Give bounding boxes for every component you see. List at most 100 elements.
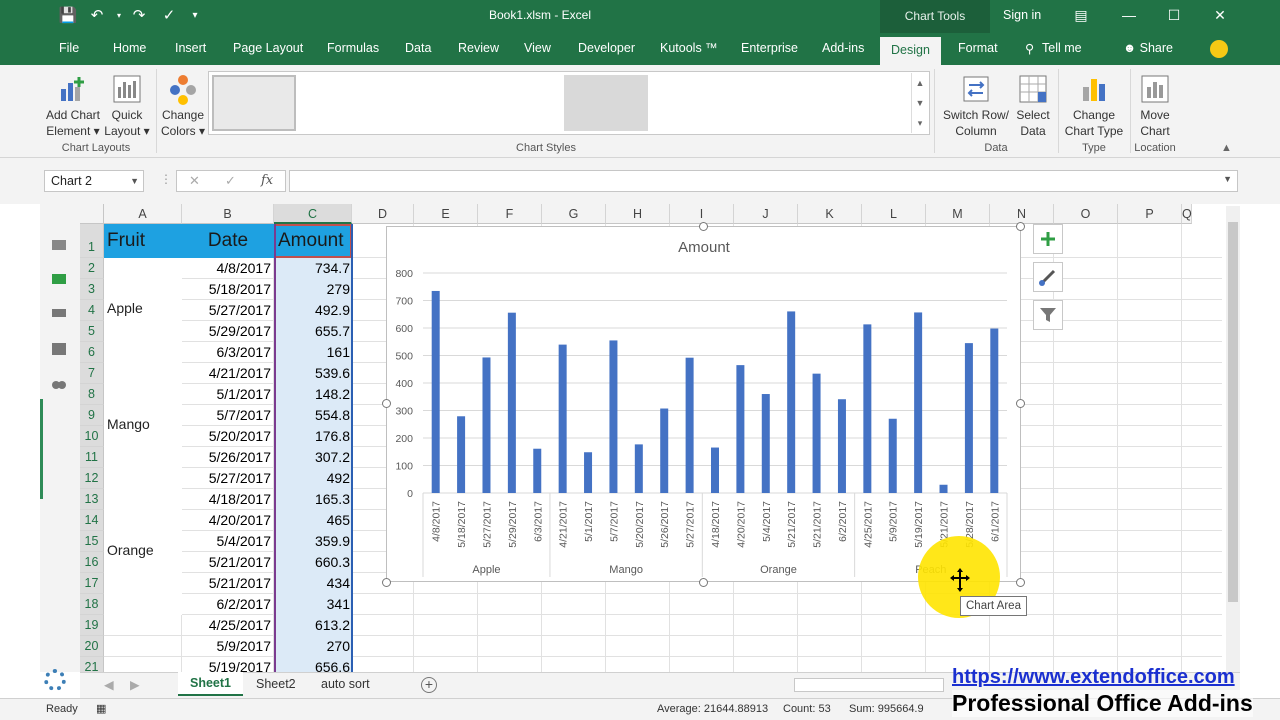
header-date[interactable]: Date xyxy=(182,224,274,258)
vertical-scroll-thumb[interactable] xyxy=(1228,222,1238,602)
date-cell[interactable]: 4/8/2017 xyxy=(182,258,272,279)
date-cell[interactable]: 5/20/2017 xyxy=(182,426,271,447)
chart-bar[interactable] xyxy=(914,312,923,493)
amount-cell[interactable]: 734.7 xyxy=(274,258,350,279)
row-header[interactable]: 20 xyxy=(80,636,104,657)
column-header[interactable]: H xyxy=(606,204,670,224)
chart-bar[interactable] xyxy=(558,344,567,493)
date-cell[interactable]: 5/21/2017 xyxy=(182,552,271,573)
chart-bar[interactable] xyxy=(660,408,669,493)
share-button[interactable]: ☻ Share xyxy=(1123,41,1173,55)
row-header[interactable]: 6 xyxy=(80,342,104,363)
amount-cell[interactable]: 465 xyxy=(274,510,350,531)
column-header[interactable]: N xyxy=(990,204,1054,224)
amount-cell[interactable]: 270 xyxy=(274,636,350,657)
tab-format[interactable]: Format xyxy=(958,41,998,55)
column-header[interactable]: F xyxy=(478,204,542,224)
change-chart-type-button[interactable]: Change Chart Type xyxy=(1062,73,1126,139)
tab-file[interactable]: File xyxy=(59,41,79,55)
chart-style-6[interactable] xyxy=(652,75,736,131)
fruit-cell-orange[interactable]: Orange xyxy=(104,489,182,615)
date-cell[interactable]: 5/27/2017 xyxy=(182,468,271,489)
chart-style-5[interactable] xyxy=(564,75,648,131)
add-chart-element-button[interactable]: Add Chart Element ▾ xyxy=(42,73,104,139)
chart-bar[interactable] xyxy=(507,312,516,493)
date-cell[interactable]: 5/27/2017 xyxy=(182,300,271,321)
column-header[interactable]: B xyxy=(182,204,274,224)
row-header[interactable]: 13 xyxy=(80,489,104,510)
name-box-dropdown-icon[interactable]: ▼ xyxy=(130,171,139,191)
tab-formulas[interactable]: Formulas xyxy=(327,41,379,55)
header-fruit[interactable]: Fruit xyxy=(104,224,182,258)
select-all-corner[interactable] xyxy=(80,204,104,224)
chart-bar[interactable] xyxy=(457,416,466,493)
quick-layout-button[interactable]: Quick Layout ▾ xyxy=(104,73,150,139)
chart-area[interactable]: Amount 0 100 200 300 400 500 600 700 800 4/8/2017… xyxy=(386,226,1021,582)
formula-input[interactable]: ▼ xyxy=(289,170,1238,192)
scroll-tabs-left-icon[interactable]: ◀ xyxy=(104,677,114,692)
tab-view[interactable]: View xyxy=(524,41,551,55)
tab-insert[interactable]: Insert xyxy=(175,41,206,55)
chart-bar[interactable] xyxy=(888,418,897,493)
vertical-scrollbar[interactable] xyxy=(1226,206,1240,672)
amount-cell[interactable]: 492.9 xyxy=(274,300,350,321)
tab-kutools[interactable]: Kutools ™ xyxy=(660,41,718,55)
workbook-sheets-icon[interactable] xyxy=(51,238,67,252)
row-header[interactable]: 1 xyxy=(80,224,104,258)
row-header[interactable]: 14 xyxy=(80,510,104,531)
name-manager-icon[interactable] xyxy=(51,306,67,320)
column-header[interactable]: I xyxy=(670,204,734,224)
move-chart-button[interactable]: Move Chart xyxy=(1134,73,1176,139)
fruit-cell-apple[interactable]: Apple xyxy=(104,258,182,363)
column-list-icon[interactable] xyxy=(51,342,67,356)
row-header[interactable]: 17 xyxy=(80,573,104,594)
sheet-tab-sheet2[interactable]: Sheet2 xyxy=(256,677,296,691)
chart-bar[interactable] xyxy=(711,447,719,493)
settings-gear-icon[interactable] xyxy=(44,669,66,691)
amount-cell[interactable]: 492 xyxy=(274,468,350,489)
tab-home[interactable]: Home xyxy=(113,41,146,55)
row-header[interactable]: 19 xyxy=(80,615,104,636)
sheet-tab-sheet1[interactable]: Sheet1 xyxy=(178,672,243,696)
chart-style-7[interactable] xyxy=(740,75,824,131)
chart-bar[interactable] xyxy=(939,484,948,493)
new-sheet-button[interactable]: + xyxy=(421,677,437,693)
row-header[interactable]: 12 xyxy=(80,468,104,489)
chart-style-3[interactable] xyxy=(388,75,472,131)
tell-me-search[interactable]: Tell me xyxy=(1042,41,1082,55)
chart-bar[interactable] xyxy=(609,340,618,493)
sheet-tab-auto-sort[interactable]: auto sort xyxy=(321,677,370,691)
scroll-tabs-right-icon[interactable]: ▶ xyxy=(130,677,140,692)
column-chart[interactable]: Amount 0 100 200 300 400 500 600 700 800 4/8/2017… xyxy=(387,227,1020,581)
change-colors-button[interactable]: Change Colors ▾ xyxy=(160,73,206,139)
amount-cell[interactable]: 359.9 xyxy=(274,531,350,552)
row-header[interactable]: 5 xyxy=(80,321,104,342)
column-header[interactable]: K xyxy=(798,204,862,224)
chart-bar[interactable] xyxy=(761,394,770,493)
chart-bar[interactable] xyxy=(990,328,999,493)
tab-add-ins[interactable]: Add-ins xyxy=(822,41,864,55)
gallery-down-icon[interactable]: ▼ xyxy=(911,93,928,113)
amount-cell[interactable]: 161 xyxy=(274,342,350,363)
header-amount[interactable]: Amount xyxy=(274,224,352,258)
tab-design[interactable]: Design xyxy=(880,37,941,65)
collapse-ribbon-icon[interactable]: ▲ xyxy=(1221,142,1232,154)
row-header[interactable]: 4 xyxy=(80,300,104,321)
row-header[interactable]: 11 xyxy=(80,447,104,468)
resize-handle-bottom[interactable] xyxy=(699,578,708,587)
chart-filters-button[interactable] xyxy=(1033,300,1063,330)
resize-handle-left[interactable] xyxy=(382,399,391,408)
ribbon-display-options-icon[interactable]: ▤ xyxy=(1071,5,1091,25)
column-header[interactable]: A xyxy=(104,204,182,224)
resize-handle-bottom-left[interactable] xyxy=(382,578,391,587)
resize-handle-bottom-right[interactable] xyxy=(1016,578,1025,587)
autotext-icon[interactable] xyxy=(51,272,67,286)
tab-page-layout[interactable]: Page Layout xyxy=(233,41,303,55)
tab-data[interactable]: Data xyxy=(405,41,431,55)
column-header[interactable]: C xyxy=(274,204,352,224)
date-cell[interactable]: 4/18/2017 xyxy=(182,489,271,510)
chart-bar[interactable] xyxy=(685,357,694,493)
date-cell[interactable]: 5/7/2017 xyxy=(182,405,272,426)
chart-bar[interactable] xyxy=(837,399,846,493)
resize-handle-top[interactable] xyxy=(699,222,708,231)
